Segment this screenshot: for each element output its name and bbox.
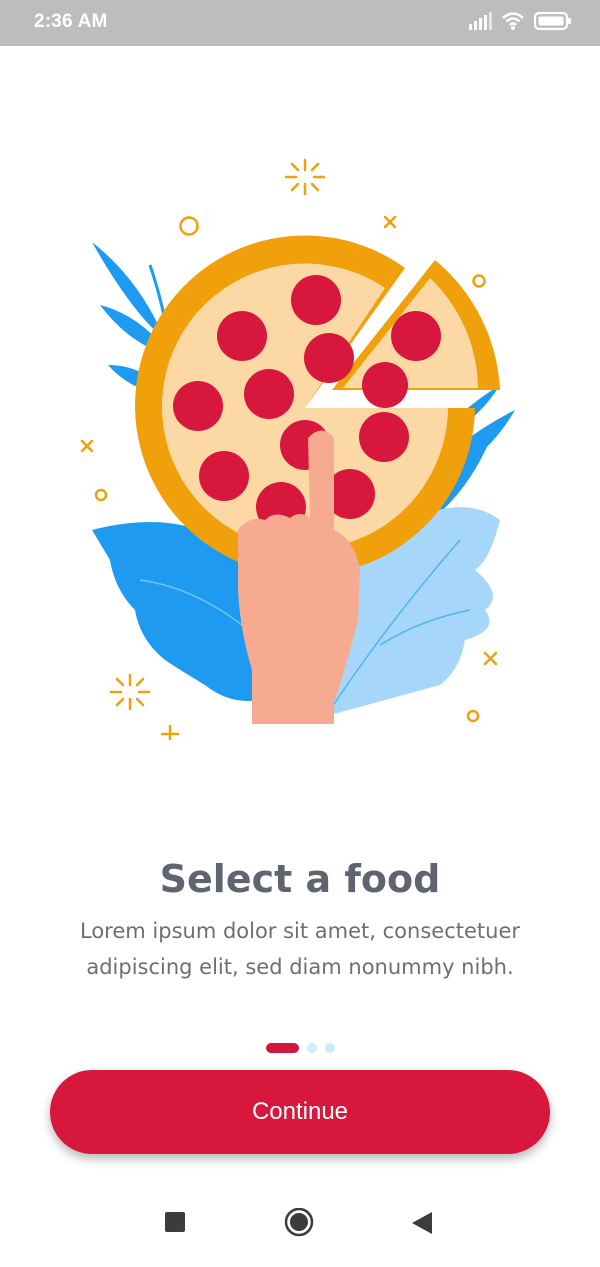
back-triangle-icon[interactable] <box>408 1208 438 1238</box>
home-circle-icon[interactable] <box>284 1207 314 1238</box>
battery-icon <box>533 11 572 35</box>
status-icons <box>459 11 572 35</box>
sparkle-icon <box>284 158 326 196</box>
onboarding-title: Select a food <box>159 857 441 901</box>
signal-icon <box>468 12 492 34</box>
continue-button[interactable]: Continue <box>50 1070 550 1154</box>
page-dot[interactable] <box>306 1043 317 1053</box>
recents-square-icon[interactable] <box>160 1208 190 1238</box>
wifi-icon <box>501 11 525 35</box>
page-dot[interactable] <box>324 1043 335 1053</box>
status-bar: 2:36 AM <box>0 0 600 46</box>
page-dot-active[interactable] <box>265 1043 299 1053</box>
onboarding-description: Lorem ipsum dolor sit amet, consectetuer… <box>80 919 520 979</box>
sparkle-icon <box>109 673 151 711</box>
status-time: 2:36 AM <box>34 11 108 32</box>
page-indicator <box>0 1043 600 1053</box>
navigation-bar <box>0 1180 600 1267</box>
pizza-hand-illustration <box>60 140 540 744</box>
